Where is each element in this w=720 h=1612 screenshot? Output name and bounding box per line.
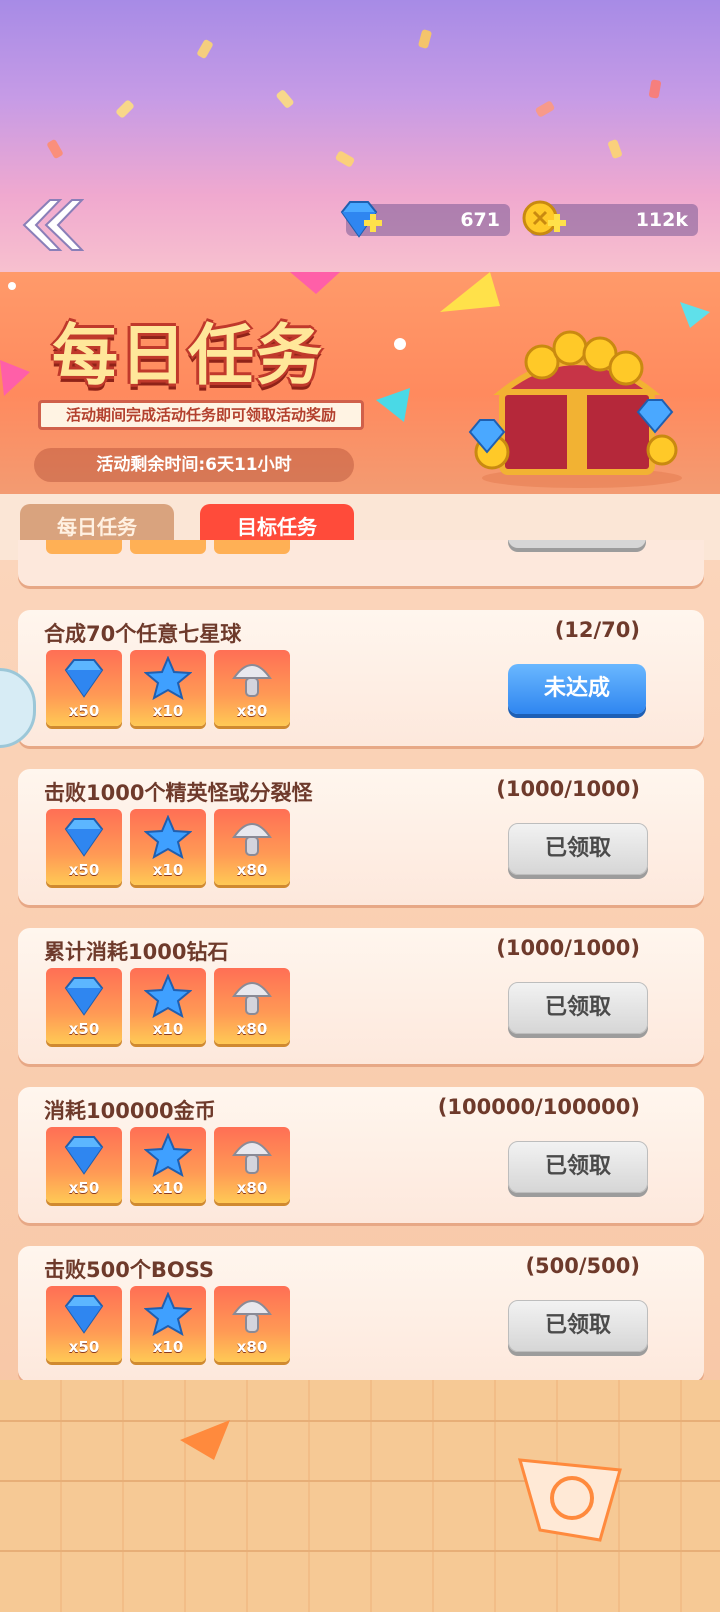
treasure-chest-icon <box>468 330 682 488</box>
task-progress: (1000/1000) <box>496 936 640 960</box>
reward-quantity: x50 <box>68 702 100 720</box>
banner-subtitle: 活动期间完成活动任务即可领取活动奖励 <box>38 400 364 430</box>
task-card-partial <box>18 540 704 586</box>
back-button[interactable] <box>20 196 85 254</box>
reward-quantity: x50 <box>68 1179 100 1197</box>
gem-counter: 671 <box>340 201 510 238</box>
double-chevron-left-icon <box>22 199 85 251</box>
confetti <box>607 138 623 160</box>
reward-quantity: x80 <box>236 1338 268 1356</box>
blue-star-icon <box>144 1133 192 1177</box>
task-card: 合成70个任意七星球 (12/70) x50 x10 x80 未达成 <box>18 610 704 746</box>
coin-count: 112k <box>635 209 688 231</box>
reward-quantity: x10 <box>152 1020 184 1038</box>
reward-quantity: x10 <box>152 1179 184 1197</box>
diamond-plus-icon[interactable] <box>336 198 384 242</box>
confetti <box>46 138 64 160</box>
reward-tile-star: x10 <box>130 809 206 885</box>
reward-tile-diamond: x50 <box>46 650 122 726</box>
task-card: 击败500个BOSS (500/500) x50 x10 x80 已领取 <box>18 1246 704 1382</box>
blue-star-icon <box>144 1292 192 1336</box>
reward-tile-star: x10 <box>130 650 206 726</box>
task-title: 消耗100000金币 <box>44 1099 216 1123</box>
mushroom-icon <box>232 664 272 697</box>
reward-quantity: x10 <box>152 861 184 879</box>
confetti <box>417 29 433 49</box>
diamond-icon <box>64 659 104 698</box>
claimed-button[interactable]: 已领取 <box>508 1300 648 1352</box>
reward-tile-mushroom: x80 <box>214 968 290 1044</box>
floor-decoration <box>180 1420 622 1542</box>
reward-tile-mushroom: x80 <box>214 1127 290 1203</box>
reward-quantity: x50 <box>68 861 100 879</box>
reward-quantity: x80 <box>236 1020 268 1038</box>
reward-tile-mushroom: x80 <box>214 1286 290 1362</box>
reward-tile-star: x10 <box>130 1127 206 1203</box>
confetti <box>334 150 356 168</box>
unfinished-button[interactable]: 未达成 <box>508 664 646 714</box>
reward-tile-diamond: x50 <box>46 809 122 885</box>
diamond-icon <box>64 1136 104 1175</box>
reward-tile-star: x10 <box>130 1286 206 1362</box>
event-banner: 每日任务 活动期间完成活动任务即可领取活动奖励 活动剩余时间:6天11小时 <box>0 272 720 494</box>
reward-tile-mushroom: x80 <box>214 650 290 726</box>
remaining-time: 活动剩余时间:6天11小时 <box>34 448 354 482</box>
reward-tile-partial <box>214 540 290 554</box>
reward-quantity: x50 <box>68 1020 100 1038</box>
confetti <box>196 38 214 60</box>
task-card: 累计消耗1000钻石 (1000/1000) x50 x10 x80 已领取 <box>18 928 704 1064</box>
diamond-icon <box>64 1295 104 1334</box>
reward-quantity: x10 <box>152 702 184 720</box>
reward-quantity: x10 <box>152 1338 184 1356</box>
confetti <box>648 79 662 99</box>
task-title: 累计消耗1000钻石 <box>44 940 229 964</box>
reward-quantity: x80 <box>236 861 268 879</box>
diamond-icon <box>64 977 104 1016</box>
blue-star-icon <box>144 656 192 700</box>
reward-quantity: x80 <box>236 1179 268 1197</box>
task-title: 合成70个任意七星球 <box>44 622 242 646</box>
blue-star-icon <box>144 974 192 1018</box>
reward-tile-diamond: x50 <box>46 968 122 1044</box>
gem-count: 671 <box>460 209 500 231</box>
diamond-icon <box>64 818 104 857</box>
task-card: 消耗100000金币 (100000/100000) x50 x10 x80 已… <box>18 1087 704 1223</box>
mushroom-icon <box>232 982 272 1015</box>
confetti <box>534 100 556 118</box>
reward-tile-star: x10 <box>130 968 206 1044</box>
coin-plus-icon[interactable] <box>520 198 568 242</box>
task-card: 击败1000个精英怪或分裂怪 (1000/1000) x50 x10 x80 已… <box>18 769 704 905</box>
task-progress: (500/500) <box>525 1254 640 1278</box>
reward-tile-partial <box>130 540 206 554</box>
claimed-button[interactable]: 已领取 <box>508 982 648 1034</box>
blue-star-icon <box>144 815 192 859</box>
coin-counter: 112k <box>522 200 698 236</box>
banner-title: 每日任务 <box>52 317 324 394</box>
claim-button-partial[interactable] <box>508 540 646 548</box>
claimed-button[interactable]: 已领取 <box>508 823 648 875</box>
reward-tile-diamond: x50 <box>46 1286 122 1362</box>
claimed-button[interactable]: 已领取 <box>508 1141 648 1193</box>
task-title: 击败1000个精英怪或分裂怪 <box>44 781 313 805</box>
task-progress: (12/70) <box>554 618 640 642</box>
reward-tile-mushroom: x80 <box>214 809 290 885</box>
reward-tile-partial <box>46 540 122 554</box>
reward-quantity: x50 <box>68 1338 100 1356</box>
reward-quantity: x80 <box>236 702 268 720</box>
task-title: 击败500个BOSS <box>44 1258 214 1282</box>
task-progress: (100000/100000) <box>437 1095 640 1119</box>
mushroom-icon <box>232 1300 272 1333</box>
mushroom-icon <box>232 1141 272 1174</box>
confetti <box>275 88 295 110</box>
confetti <box>115 99 135 119</box>
task-progress: (1000/1000) <box>496 777 640 801</box>
reward-tile-diamond: x50 <box>46 1127 122 1203</box>
tiled-floor <box>0 1380 720 1612</box>
mushroom-icon <box>232 823 272 856</box>
